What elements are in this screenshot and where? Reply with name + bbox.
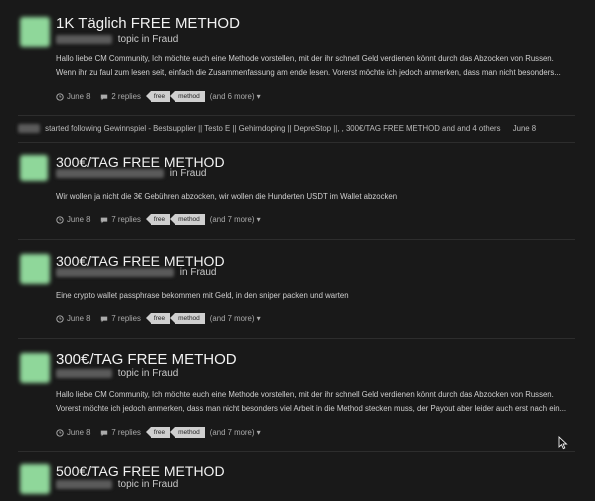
post-title[interactable]: 1K Täglich FREE METHOD [56,15,240,32]
post-stats: June 8 7 replies free method (and 7 more… [56,313,261,324]
tag-method[interactable]: method [170,214,205,225]
post-replies-text: 7 replies [111,428,141,437]
mouse-cursor-icon [558,436,568,450]
more-tags-link[interactable]: (and 7 more) ▾ [210,215,261,224]
comment-icon [101,316,108,322]
post-stats: June 8 7 replies free method (and 7 more… [56,427,261,438]
post-replies[interactable]: 2 replies [100,92,141,101]
username-blurred[interactable] [56,479,112,489]
username-blurred[interactable] [56,368,112,378]
post-stats: June 8 7 replies free method (and 7 more… [56,214,261,225]
post-meta: in Fraud [56,267,216,278]
avatar[interactable] [20,155,48,181]
clock-icon [56,215,64,224]
post-meta: topic in Fraud [56,34,178,45]
tag-method[interactable]: method [170,313,205,324]
follow-activity: started following Gewinnspiel - Bestsupp… [18,124,537,134]
post-stats: June 8 2 replies free method (and 6 more… [56,91,261,102]
post-excerpt: Eine crypto wallet passphrase bekommen m… [56,291,349,300]
post-meta: topic in Fraud [56,479,178,490]
clock-icon [56,314,64,323]
clock-icon [56,428,64,437]
post-date-text: June 8 [67,314,91,323]
post-title[interactable]: 500€/TAG FREE METHOD [56,463,225,479]
tag-method[interactable]: method [170,427,205,438]
divider [18,239,575,240]
username-blurred[interactable] [18,124,40,134]
divider [18,338,575,339]
comment-icon [101,94,108,100]
post-meta: in Fraud [56,168,206,179]
tag-free[interactable]: free [145,427,171,438]
post-date-text: June 8 [67,428,91,437]
post-date: June 8 [56,314,90,323]
divider [18,115,575,116]
tag-free[interactable]: free [145,313,171,324]
post-meta-text: in Fraud [169,168,207,179]
post-date-text: June 8 [67,215,91,224]
activity-date: June 8 [512,124,537,133]
username-blurred[interactable] [56,267,174,277]
more-tags-link[interactable]: (and 7 more) ▾ [210,428,261,437]
avatar[interactable] [20,353,50,383]
avatar[interactable] [20,464,50,494]
post-replies[interactable]: 7 replies [100,428,141,437]
post-meta-text: topic in Fraud [117,479,179,490]
post-date: June 8 [56,215,90,224]
divider [18,142,575,143]
tag-free[interactable]: free [145,91,171,102]
more-tags-link[interactable]: (and 6 more) ▾ [210,92,261,101]
username-blurred[interactable] [56,168,164,178]
more-tags-text: (and 7 more) [209,215,255,224]
comment-icon [101,217,108,223]
post-excerpt: Hallo liebe CM Community, Ich möchte euc… [56,390,567,413]
post-excerpt: Wir wollen ja nicht die 3€ Gebühren abzo… [56,192,398,201]
clock-icon [56,92,64,101]
more-tags-text: (and 6 more) [209,92,255,101]
comment-icon [101,430,108,436]
post-meta-text: in Fraud [179,267,217,278]
post-title[interactable]: 300€/TAG FREE METHOD [56,351,237,368]
post-date: June 8 [56,428,90,437]
avatar[interactable] [20,17,50,47]
avatar[interactable] [20,254,50,284]
post-date-text: June 8 [67,92,91,101]
more-tags-link[interactable]: (and 7 more) ▾ [210,314,261,323]
tag-free[interactable]: free [145,214,171,225]
more-tags-text: (and 7 more) [209,428,255,437]
post-excerpt: Hallo liebe CM Community, Ich möchte euc… [56,54,561,77]
post-meta-text: topic in Fraud [117,34,179,45]
tag-method[interactable]: method [170,91,205,102]
post-replies-text: 7 replies [111,314,141,323]
post-replies-text: 7 replies [111,215,141,224]
post-meta-text: topic in Fraud [117,368,179,379]
post-replies[interactable]: 7 replies [100,314,141,323]
post-replies[interactable]: 7 replies [100,215,141,224]
divider [18,451,575,452]
post-replies-text: 2 replies [111,92,141,101]
activity-text: started following Gewinnspiel - Bestsupp… [45,124,501,133]
username-blurred[interactable] [56,34,112,44]
post-meta: topic in Fraud [56,368,178,379]
post-date: June 8 [56,92,90,101]
more-tags-text: (and 7 more) [209,314,255,323]
